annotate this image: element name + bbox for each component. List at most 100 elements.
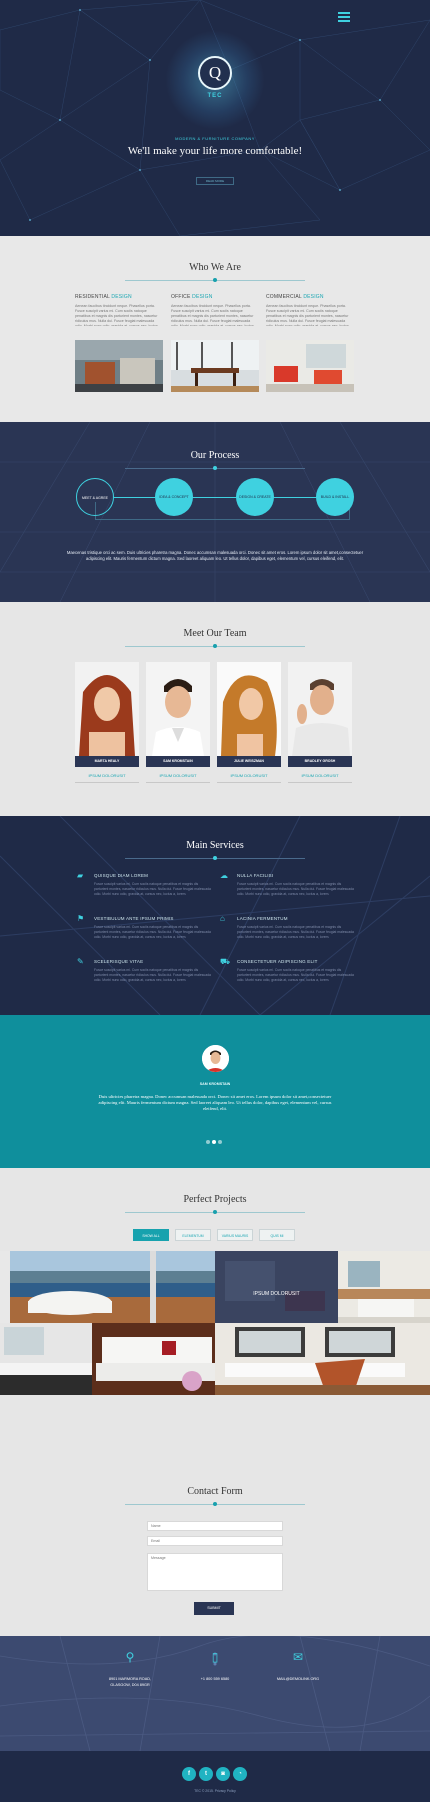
project-sofa[interactable] xyxy=(92,1323,215,1395)
project-bathroom[interactable] xyxy=(0,1323,92,1395)
service-title: VESTIBULUM ANTE IPSUM PRIMIS xyxy=(94,916,174,921)
section-title: Main Services xyxy=(186,840,244,851)
carousel-dot[interactable] xyxy=(206,1140,210,1144)
home-icon: ⌂ xyxy=(220,914,225,923)
address-line: GLASGOW, D04 89GR xyxy=(110,1683,150,1687)
rss-icon[interactable]: ◔ xyxy=(233,1767,247,1781)
copyright: TEC © 2015. Privacy Policy xyxy=(194,1789,236,1793)
filter-quis-mi[interactable]: QUIS MI xyxy=(259,1229,295,1241)
residential-design-column: RESIDENTIAL DESIGN Aenean faucibus tinci… xyxy=(75,294,161,326)
service-text: Fusce suscipit varius mi. Cum sociis nat… xyxy=(94,968,211,982)
commercial-image[interactable] xyxy=(266,340,354,392)
divider-dot xyxy=(213,278,217,282)
name-field[interactable]: Name xyxy=(147,1521,283,1531)
cloud-icon: ☁ xyxy=(220,871,228,880)
footer: f t ◙ ◔ TEC © 2015. Privacy Policy xyxy=(0,1751,430,1802)
member-photo xyxy=(288,662,352,756)
filter-show-all[interactable]: SHOW ALL xyxy=(133,1229,169,1241)
member-photo xyxy=(75,662,139,756)
divider-dot xyxy=(213,1210,217,1214)
step-idea-concept[interactable]: IDEA & CONCEPT xyxy=(155,478,193,516)
commercial-design-column: COMMERCIAL DESIGN Aenean faucibus tincid… xyxy=(266,294,352,326)
carousel-dot-active[interactable] xyxy=(212,1140,216,1144)
menu-icon[interactable] xyxy=(338,12,350,22)
member-name: MARTA HEALY xyxy=(75,756,139,767)
map-section: ⚲ 8901 MARMORA ROAD, GLASGOW, D04 89GR ▯… xyxy=(0,1636,430,1751)
email-address[interactable]: MAIL@DEMOLINK.ORG xyxy=(248,1676,348,1682)
service-title: LACINIA FERMENTUM xyxy=(237,916,288,921)
facebook-icon[interactable]: f xyxy=(182,1767,196,1781)
project-caption: IPSUM DOLORUSIT xyxy=(253,1291,300,1297)
member-underline xyxy=(217,782,281,783)
column-title: COMMERCIAL xyxy=(266,294,302,300)
edit-icon: ✎ xyxy=(77,957,84,966)
instagram-icon[interactable]: ◙ xyxy=(216,1767,230,1781)
flag-icon: ⚑ xyxy=(77,914,85,923)
step-build-install[interactable]: BUILD & INSTALL xyxy=(316,478,354,516)
office-design-column: OFFICE DESIGN Aenean faucibus tincidunt … xyxy=(171,294,257,326)
filter-varius-mauris[interactable]: VARIUS MAURIS xyxy=(217,1229,253,1241)
perfect-projects-section: Perfect Projects SHOW ALL ELEMENTUM VARI… xyxy=(0,1168,430,1460)
process-bracket xyxy=(95,502,350,520)
team-member: SAM KROMSTAIN IPSUM DOLORUSIT xyxy=(146,662,210,783)
project-featured[interactable]: IPSUM DOLORUSIT xyxy=(215,1251,338,1323)
truck-icon: ⛟ xyxy=(220,957,231,966)
member-photo xyxy=(146,662,210,756)
member-link[interactable]: IPSUM DOLORUSIT xyxy=(288,773,352,778)
member-name: JULIE WEISZMAN xyxy=(217,756,281,767)
divider-dot xyxy=(213,644,217,648)
member-link[interactable]: IPSUM DOLORUSIT xyxy=(217,773,281,778)
process-connector xyxy=(113,497,317,498)
section-title: Who We Are xyxy=(189,262,241,273)
message-field[interactable]: Message xyxy=(147,1553,283,1591)
step-design-create[interactable]: DESIGN & CREATE xyxy=(236,478,274,516)
our-process-section: Our Process MEET & AGREE IDEA & CONCEPT … xyxy=(0,422,430,602)
section-title: Perfect Projects xyxy=(183,1194,247,1205)
member-link[interactable]: IPSUM DOLORUSIT xyxy=(75,773,139,778)
project-kitchen[interactable] xyxy=(338,1251,430,1323)
twitter-icon[interactable]: t xyxy=(199,1767,213,1781)
column-text: Aenean faucibus tincidunt neque. Phasell… xyxy=(75,304,158,326)
service-text: Fusce suscipit varius mi. Cum sociis nat… xyxy=(94,925,211,939)
read-more-button[interactable]: READ MORE xyxy=(196,177,234,185)
column-title: OFFICE xyxy=(171,294,191,300)
service-title: NULLA FACILISI xyxy=(237,873,274,878)
member-underline xyxy=(75,782,139,783)
hero-section: Q TEC MODERN & FURNITURE COMPANY We'll m… xyxy=(0,0,430,236)
main-services-section: Main Services ▰ QUISQUE DIAM LOREM Fusce… xyxy=(0,816,430,1015)
logo-mark[interactable]: Q xyxy=(198,56,232,90)
email-block: ✉ MAIL@DEMOLINK.ORG xyxy=(248,1650,348,1682)
contact-form-section: Contact Form Name Email Message SUBMIT xyxy=(0,1460,430,1636)
carousel-dot[interactable] xyxy=(218,1140,222,1144)
process-description: Maecenas tristique orci ac sem. Duis ult… xyxy=(66,550,364,561)
hero-eyebrow: MODERN & FURNITURE COMPANY xyxy=(175,136,255,141)
service-text: Fusce suscipit varius mi. Cum sociis nat… xyxy=(237,925,354,939)
project-armchair[interactable] xyxy=(215,1323,430,1395)
section-title: Contact Form xyxy=(187,1486,243,1497)
section-title: Our Process xyxy=(190,450,240,461)
step-meet-agree[interactable]: MEET & AGREE xyxy=(76,478,114,516)
email-field[interactable]: Email xyxy=(147,1536,283,1546)
service-text: Fusce suscipit varius mi. Cum sociis nat… xyxy=(237,968,354,982)
residential-image[interactable] xyxy=(75,340,163,392)
envelope-icon: ✉ xyxy=(292,1650,304,1664)
service-title: SCELERISQUE VITAE xyxy=(94,959,144,964)
column-accent: DESIGN xyxy=(192,294,213,300)
project-bathtub[interactable] xyxy=(0,1251,215,1323)
submit-button[interactable]: SUBMIT xyxy=(194,1602,234,1615)
service-text: Fusce suscipit varius mi. Cum sociis nat… xyxy=(94,882,211,896)
member-photo xyxy=(217,662,281,756)
service-text: Fusce suscipit varius mi. Cum sociis nat… xyxy=(237,882,354,896)
column-accent: DESIGN xyxy=(111,294,132,300)
who-we-are-section: Who We Are RESIDENTIAL DESIGN Aenean fau… xyxy=(0,236,430,422)
testimonial-author: SAM KROMSTAIN xyxy=(199,1082,231,1086)
office-image[interactable] xyxy=(171,340,259,392)
team-member: MARTA HEALY IPSUM DOLORUSIT xyxy=(75,662,139,783)
member-link[interactable]: IPSUM DOLORUSIT xyxy=(146,773,210,778)
filter-elementum[interactable]: ELEMENTUM xyxy=(175,1229,211,1241)
column-text: Aenean faucibus tincidunt neque. Phasell… xyxy=(266,304,349,326)
project-overlay xyxy=(215,1251,338,1323)
member-underline xyxy=(288,782,352,783)
member-name: SAM KROMSTAIN xyxy=(146,756,210,767)
column-text: Aenean faucibus tincidunt neque. Phasell… xyxy=(171,304,254,326)
